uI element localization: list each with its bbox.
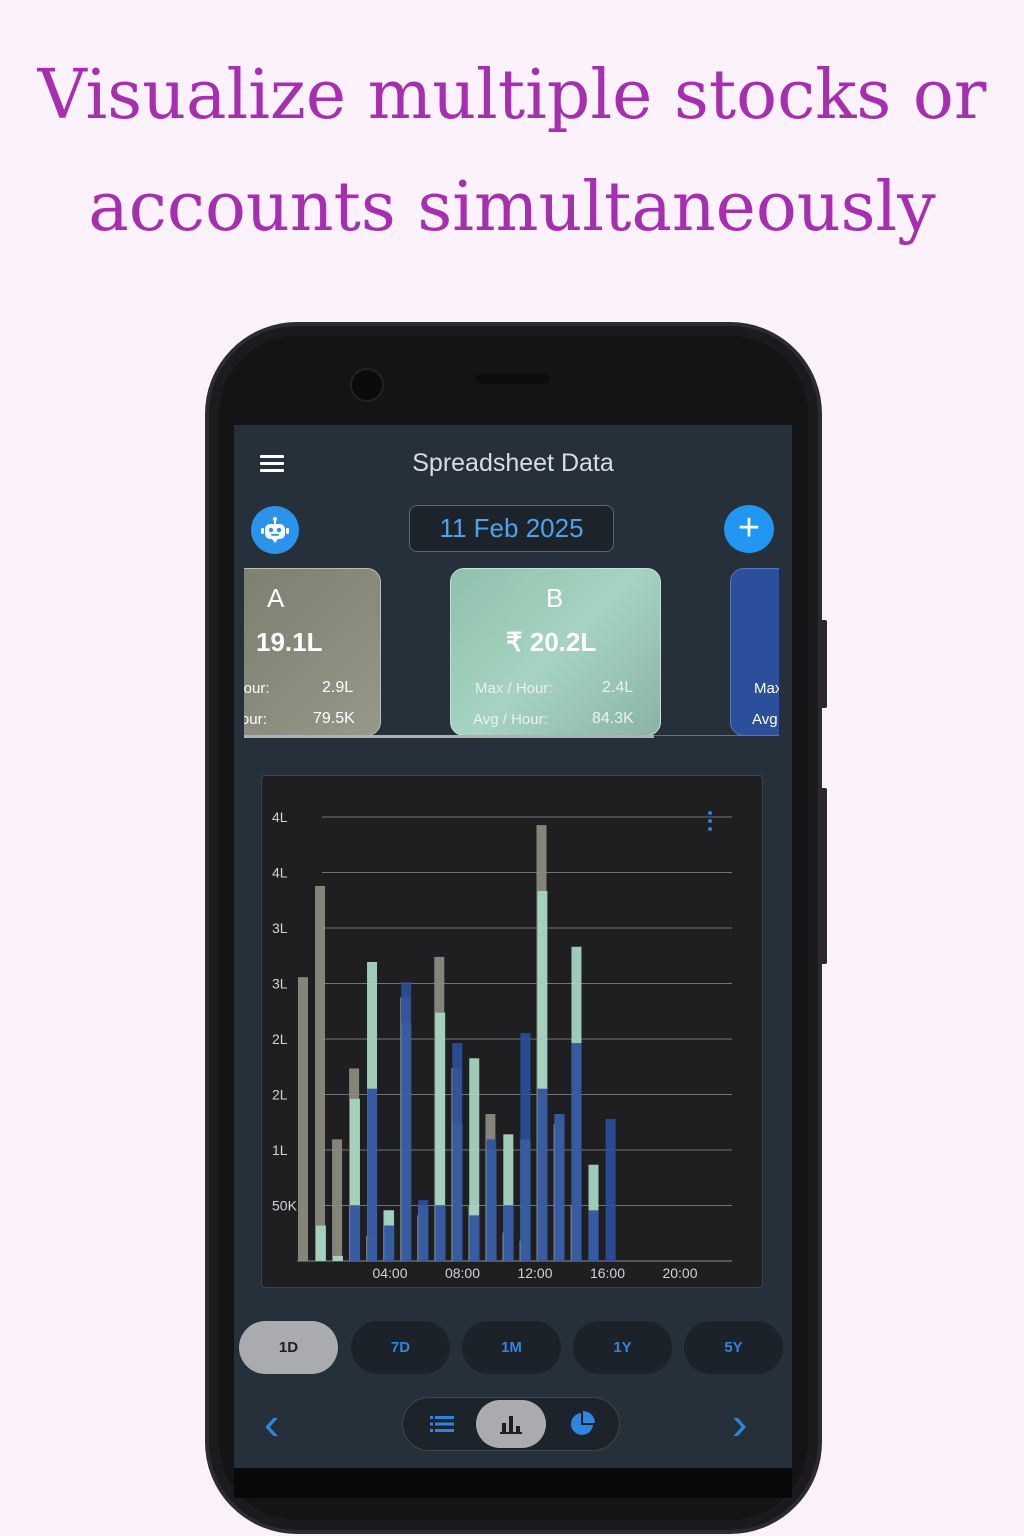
chart-bar — [332, 1139, 343, 1261]
y-tick-label: 3L — [272, 920, 288, 936]
chart-bar — [486, 1139, 497, 1261]
card-total: 19.1L — [256, 627, 323, 657]
bar-chart: 4L 4L 3L 3L 2L 2L 1L 50K 04:00 08:00 12:00 16:00 20:… — [272, 809, 732, 1281]
chart-bar — [298, 977, 308, 1261]
chart-bar — [605, 1119, 616, 1261]
y-tick-label: 4L — [272, 809, 288, 825]
headline-line-2: accounts simultaneously — [88, 168, 936, 247]
chart-bar — [469, 1215, 480, 1261]
chart-bar — [503, 1205, 514, 1261]
carousel-indicator — [244, 735, 654, 738]
headline-line-1: Visualize multiple stocks or — [37, 56, 987, 135]
chart-bar — [315, 885, 326, 1261]
chart-bar — [384, 1225, 395, 1261]
chart-bar — [520, 1032, 531, 1261]
add-button[interactable]: + — [724, 505, 774, 553]
view-mode-toggle — [402, 1397, 620, 1451]
y-tick-label: 2L — [272, 1087, 288, 1103]
range-1d-button[interactable]: 1D — [239, 1321, 338, 1374]
range-1m-button[interactable]: 1M — [462, 1321, 561, 1374]
range-5y-button[interactable]: 5Y — [684, 1321, 783, 1374]
chart-bar — [571, 1043, 582, 1261]
range-7d-button[interactable]: 7D — [351, 1321, 450, 1374]
card-max-value: 2.4L — [602, 679, 634, 696]
bar-chart-panel: 4L 4L 3L 3L 2L 2L 1L 50K 04:00 08:00 12:00 16:00 20:… — [261, 775, 763, 1288]
chart-bar — [418, 1200, 429, 1261]
chart-bar — [350, 1205, 361, 1261]
chart-bar — [554, 1114, 565, 1261]
chart-bar — [332, 1255, 343, 1261]
x-tick-label: 08:00 — [445, 1265, 480, 1281]
card-max-label: Max / Hour: — [475, 680, 553, 697]
phone-bezel-bottom — [234, 1468, 792, 1498]
card-avg-label: Avg / Hour: — [244, 711, 267, 728]
bar-chart-icon — [500, 1416, 522, 1434]
chart-bar — [367, 1088, 378, 1261]
volume-button — [821, 620, 827, 708]
chart-bar — [315, 1225, 326, 1261]
x-tick-label: 20:00 — [662, 1265, 697, 1281]
range-1y-button[interactable]: 1Y — [573, 1321, 672, 1374]
date-selector[interactable]: 11 Feb 2025 — [409, 505, 614, 552]
earpiece-speaker — [476, 374, 550, 384]
list-icon — [430, 1416, 454, 1432]
chart-bar — [435, 1205, 446, 1261]
x-tick-label: 04:00 — [372, 1265, 407, 1281]
x-tick-label: 12:00 — [517, 1265, 552, 1281]
app-screen: Spreadsheet Data 11 Feb 2025 + A 19.1L M… — [234, 425, 792, 1468]
card-name: B — [546, 583, 564, 613]
chart-bar — [401, 982, 412, 1261]
power-button — [821, 788, 827, 964]
card-avg-value: 84.3K — [592, 710, 634, 727]
next-arrow-icon[interactable]: › — [732, 1400, 762, 1446]
front-camera — [350, 368, 384, 402]
card-avg-label: Avg — [752, 711, 778, 728]
pie-view-button[interactable] — [547, 1400, 617, 1448]
carousel-track — [654, 735, 779, 736]
previous-arrow-icon[interactable]: ‹ — [264, 1400, 294, 1446]
account-cards-carousel[interactable]: A 19.1L Max / Hour: 2.9L Avg / Hour: 79.… — [244, 568, 779, 740]
card-total: ₹ 20.2L — [506, 627, 597, 657]
card-avg-label: Avg / Hour: — [473, 711, 548, 728]
chart-bar — [537, 1088, 548, 1261]
y-tick-label: 2L — [272, 1031, 288, 1047]
card-max-label: Max — [754, 680, 779, 697]
chart-bar — [588, 1210, 599, 1261]
y-tick-label: 3L — [272, 976, 288, 992]
chart-bar — [452, 1043, 463, 1261]
card-max-label: Max / Hour: — [244, 680, 270, 697]
y-tick-label: 50K — [272, 1198, 298, 1214]
account-card-c[interactable]: Max Avg — [730, 568, 779, 736]
list-view-button[interactable] — [407, 1400, 477, 1448]
card-name: A — [267, 583, 285, 613]
y-tick-label: 1L — [272, 1142, 288, 1158]
chart-options-icon[interactable] — [707, 811, 713, 833]
y-tick-label: 4L — [272, 865, 288, 881]
account-card-b[interactable]: B ₹ 20.2L Max / Hour: 2.4L Avg / Hour: 8… — [450, 568, 661, 736]
pie-chart-icon — [571, 1411, 595, 1435]
app-title: Spreadsheet Data — [412, 449, 614, 477]
app-bar: Spreadsheet Data — [234, 425, 792, 503]
card-avg-value: 79.5K — [313, 710, 355, 727]
assistant-bot-button[interactable] — [251, 506, 299, 554]
robot-icon — [261, 517, 289, 543]
account-card-a[interactable]: A 19.1L Max / Hour: 2.9L Avg / Hour: 79.… — [244, 568, 381, 736]
card-max-value: 2.9L — [322, 679, 354, 696]
x-tick-label: 16:00 — [590, 1265, 625, 1281]
bar-view-button[interactable] — [476, 1400, 546, 1448]
